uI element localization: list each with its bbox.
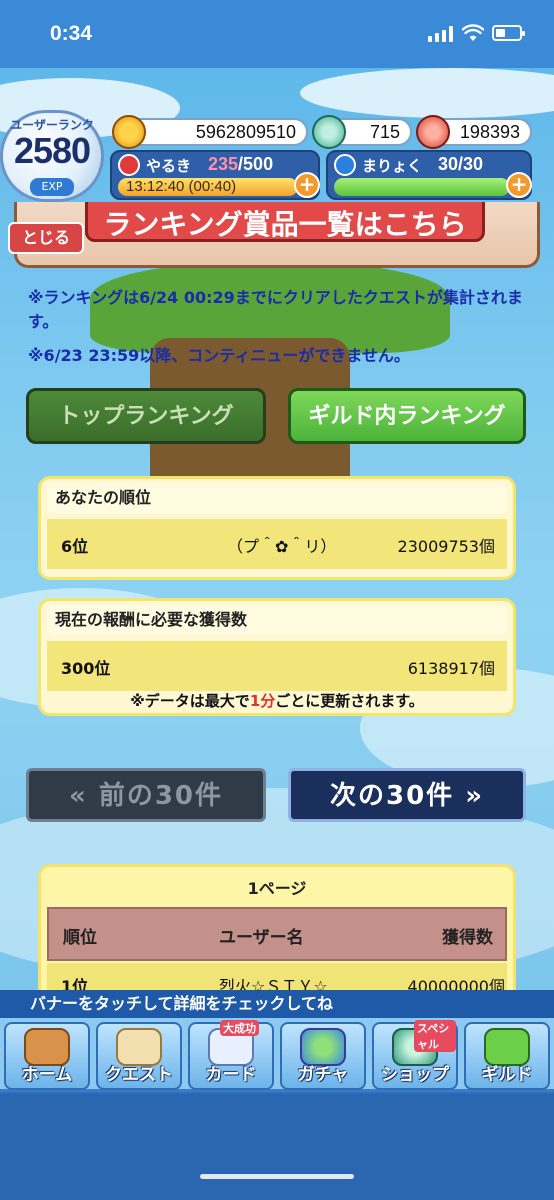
your-rank-title: あなたの順位 xyxy=(47,483,507,513)
maryoku-bar xyxy=(334,178,510,196)
reward-threshold-title: 現在の報酬に必要な獲得数 xyxy=(47,605,507,635)
reward-threshold-rank: 300位 xyxy=(61,659,111,678)
your-rank-panel: あなたの順位 6位 （プ＾✿＾リ） 23009753個 xyxy=(38,476,516,580)
nav-quest[interactable]: クエスト xyxy=(96,1022,182,1090)
header-rank: 順位 xyxy=(63,928,97,948)
ranking-table: 1ページ 順位 ユーザー名 獲得数 1位 烈火☆ＳＴＹ☆ 40000000個 xyxy=(38,864,516,1004)
nav-guild[interactable]: ギルド xyxy=(464,1022,550,1090)
next-page-button[interactable]: 次の30件 » xyxy=(288,768,526,822)
prev-page-button[interactable]: « 前の30件 xyxy=(26,768,266,822)
maryoku-panel: まりょく 30/30 xyxy=(326,150,532,200)
tab-guild-ranking[interactable]: ギルド内ランキング xyxy=(288,388,526,444)
exp-label: EXP xyxy=(30,178,74,196)
card-tag: 大成功 xyxy=(220,1020,259,1036)
nav-gacha[interactable]: ガチャ xyxy=(280,1022,366,1090)
your-rank-row: 6位 （プ＾✿＾リ） 23009753個 xyxy=(47,519,507,569)
header-score: 獲得数 xyxy=(442,928,493,948)
header-user: ユーザー名 xyxy=(219,928,304,948)
gem-counter: 715 xyxy=(312,115,412,149)
yaruki-value: 235/500 xyxy=(208,154,274,174)
close-button[interactable]: とじる xyxy=(8,222,84,254)
bottom-nav: ホーム クエスト 大成功 カード ガチャ スペシャル ショップ ギルド xyxy=(0,1018,554,1092)
wifi-icon xyxy=(462,24,484,41)
shop-tag: スペシャル xyxy=(414,1020,456,1052)
home-indicator xyxy=(0,1094,554,1200)
nav-home[interactable]: ホーム xyxy=(4,1022,90,1090)
nav-card[interactable]: 大成功 カード xyxy=(188,1020,274,1090)
maryoku-label: まりょく xyxy=(362,157,423,175)
reward-threshold-score: 6138917個 xyxy=(407,659,495,678)
user-rank-value: 2580 xyxy=(13,130,91,171)
your-rank-score: 23009753個 xyxy=(397,537,495,556)
ranking-prize-banner[interactable]: ランキング賞品一覧はこちら xyxy=(14,202,540,268)
bottom-area: バナーをタッチして詳細をチェックしてね ホーム クエスト 大成功 カード ガチャ… xyxy=(0,990,554,1200)
nav-shop[interactable]: スペシャル ショップ xyxy=(372,1020,458,1090)
gem-icon xyxy=(312,115,346,149)
signal-icon xyxy=(428,26,454,42)
note-continue: ※6/23 23:59以降、コンティニューができません。 xyxy=(28,346,410,365)
yaruki-icon xyxy=(118,154,140,176)
ranking-prize-button[interactable]: ランキング賞品一覧はこちら xyxy=(85,202,485,242)
maryoku-icon xyxy=(334,154,356,176)
yaruki-label: やるき xyxy=(146,157,192,175)
status-bar: 0:34 xyxy=(0,0,554,68)
reward-threshold-row: 300位 6138917個 xyxy=(47,641,507,691)
coin-counter: 5962809510 xyxy=(112,115,308,149)
ticket-counter: 198393 xyxy=(416,115,532,149)
your-rank-value: 6位 xyxy=(61,537,89,556)
gem-value: 715 xyxy=(369,122,400,142)
yaruki-panel: やるき 235/500 13:12:40 (00:40) xyxy=(110,150,320,200)
note-aggregation: ※ランキングは6/24 00:29までにクリアしたクエストが集計されます。 xyxy=(28,288,523,331)
page-number: 1ページ xyxy=(247,879,307,898)
yaruki-timer: 13:12:40 (00:40) xyxy=(126,178,237,195)
ticket-value: 198393 xyxy=(459,122,520,142)
ticket-icon xyxy=(416,115,450,149)
battery-icon xyxy=(492,25,525,41)
yaruki-plus-button[interactable]: + xyxy=(294,172,320,198)
tab-top-ranking[interactable]: トップランキング xyxy=(26,388,266,444)
maryoku-value: 30/30 xyxy=(438,154,484,174)
maryoku-plus-button[interactable]: + xyxy=(506,172,532,198)
clock: 0:34 xyxy=(50,22,93,45)
banner-ticker[interactable]: バナーをタッチして詳細をチェックしてね xyxy=(0,990,554,1018)
table-header: 順位 ユーザー名 獲得数 xyxy=(47,907,507,961)
coin-icon xyxy=(112,115,146,149)
your-rank-name: （プ＾✿＾リ） xyxy=(227,537,337,556)
coin-value: 5962809510 xyxy=(195,122,296,142)
update-note: ※データは最大で1分ごとに更新されます。 xyxy=(130,692,424,710)
